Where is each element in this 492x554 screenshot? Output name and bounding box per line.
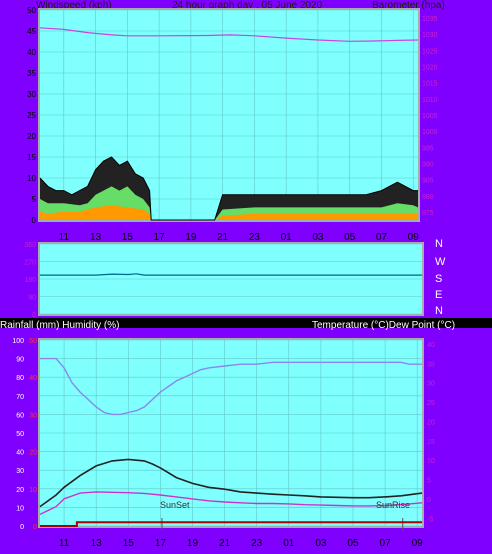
x-tick-label: 09 <box>412 538 424 549</box>
y-tick-label: 25 <box>27 111 36 120</box>
x-tick-label: 19 <box>187 538 199 549</box>
y-tick-label: 40 <box>27 48 36 57</box>
x-tick-label: 01 <box>283 538 295 549</box>
x-tick-label: 03 <box>312 232 324 243</box>
y-tick-label: 180 <box>24 277 36 284</box>
x-tick-label: 07 <box>380 538 392 549</box>
y2-tick-label: 1030 <box>422 32 438 39</box>
y-tick-label: 30 <box>16 468 24 475</box>
x-tick-label: 21 <box>217 232 229 243</box>
y-tick-label: 100 <box>12 338 24 345</box>
rain-tick-label: 10 <box>29 487 37 494</box>
y2-tick-label: 1015 <box>422 81 438 88</box>
y2-tick-label: 995 <box>422 145 434 152</box>
y-tick-label: 40 <box>16 450 24 457</box>
y2-tick-label: 980 <box>422 194 434 201</box>
y-tick-label: 70 <box>16 394 24 401</box>
x-tick-label: 01 <box>281 232 293 243</box>
y-tick-label: 5 <box>32 195 37 204</box>
x-tick-label: 11 <box>59 232 70 243</box>
rain-tick-label: 20 <box>29 450 37 457</box>
y2-tick-label: 10 <box>427 458 435 465</box>
x-tick-label: 21 <box>219 538 231 549</box>
x-tick-label: 11 <box>59 538 70 549</box>
y-tick-label: 10 <box>16 505 24 512</box>
y-tick-label: 0 <box>32 312 36 319</box>
rain-tick-label: 30 <box>29 412 37 419</box>
rain-tick-label: 0 <box>33 524 37 531</box>
rain-tick-label: 50 <box>29 338 37 345</box>
y-tick-label: 0 <box>20 524 24 531</box>
y2-tick-label: 975 <box>422 210 434 217</box>
y-tick-label: 90 <box>28 295 36 302</box>
x-tick-label: 17 <box>155 538 167 549</box>
x-tick-label: 17 <box>154 232 166 243</box>
y2-tick-label: 30 <box>427 381 435 388</box>
y2-tick-label: 25 <box>427 400 435 407</box>
y2-tick-label: -5 <box>427 516 433 523</box>
wind-direction-chart: 360 270 180 90 0 <box>24 242 424 319</box>
temp-humidity-chart: 1009080706050403020100504030201004035302… <box>12 338 435 549</box>
y2-tick-label: 1005 <box>422 113 438 120</box>
x-tick-label: 23 <box>249 232 261 243</box>
x-tick-label: 05 <box>344 232 356 243</box>
y-tick-label: 90 <box>16 357 24 364</box>
x-tick-label: 13 <box>90 232 102 243</box>
x-tick-label: 03 <box>315 538 327 549</box>
x-tick-label: 23 <box>251 538 263 549</box>
y2-tick-label: 1025 <box>422 48 438 55</box>
x-tick-label: 15 <box>122 232 134 243</box>
y-tick-label: 80 <box>16 375 24 382</box>
y2-tick-label: 1020 <box>422 65 438 72</box>
x-tick-label: 05 <box>347 538 359 549</box>
y2-tick-label: 990 <box>422 161 434 168</box>
y2-tick-label: 0 <box>427 497 431 504</box>
y-tick-label: 20 <box>27 132 36 141</box>
y2-tick-label: 1010 <box>422 97 438 104</box>
y-tick-label: 360 <box>24 242 36 249</box>
y-tick-label: 15 <box>27 153 36 162</box>
y-tick-label: 270 <box>24 260 36 267</box>
rain-tick-label: 40 <box>29 375 37 382</box>
y2-tick-label: 5 <box>427 478 431 485</box>
y2-tick-label: 15 <box>427 439 435 446</box>
x-tick-label: 07 <box>376 232 388 243</box>
y-tick-label: 35 <box>27 69 36 78</box>
x-tick-label: 13 <box>91 538 103 549</box>
y2-tick-label: 35 <box>427 361 435 368</box>
y-tick-label: 20 <box>16 487 24 494</box>
x-tick-label: 15 <box>123 538 135 549</box>
y2-tick-label: 1035 <box>422 16 438 23</box>
weather-chart-canvas: 5045403530252015105010351030102510201015… <box>12 6 438 549</box>
y-tick-label: 10 <box>27 174 36 183</box>
y2-tick-label: 1000 <box>422 129 438 136</box>
wind-barometer-chart: 5045403530252015105010351030102510201015… <box>27 6 438 243</box>
y-tick-label: 30 <box>27 90 36 99</box>
y2-tick-label: 20 <box>427 419 435 426</box>
y-tick-label: 45 <box>27 27 36 36</box>
y-tick-label: 50 <box>27 6 36 15</box>
x-tick-label: 09 <box>408 232 420 243</box>
sunset-label: SunSet <box>160 500 190 510</box>
y-tick-label: 60 <box>16 412 24 419</box>
sunrise-label: SunRise <box>376 500 410 510</box>
x-tick-label: 19 <box>185 232 197 243</box>
y2-tick-label: 40 <box>427 342 435 349</box>
y-tick-label: 50 <box>16 431 24 438</box>
y-tick-label: 0 <box>32 216 37 225</box>
y2-tick-label: 985 <box>422 178 434 185</box>
